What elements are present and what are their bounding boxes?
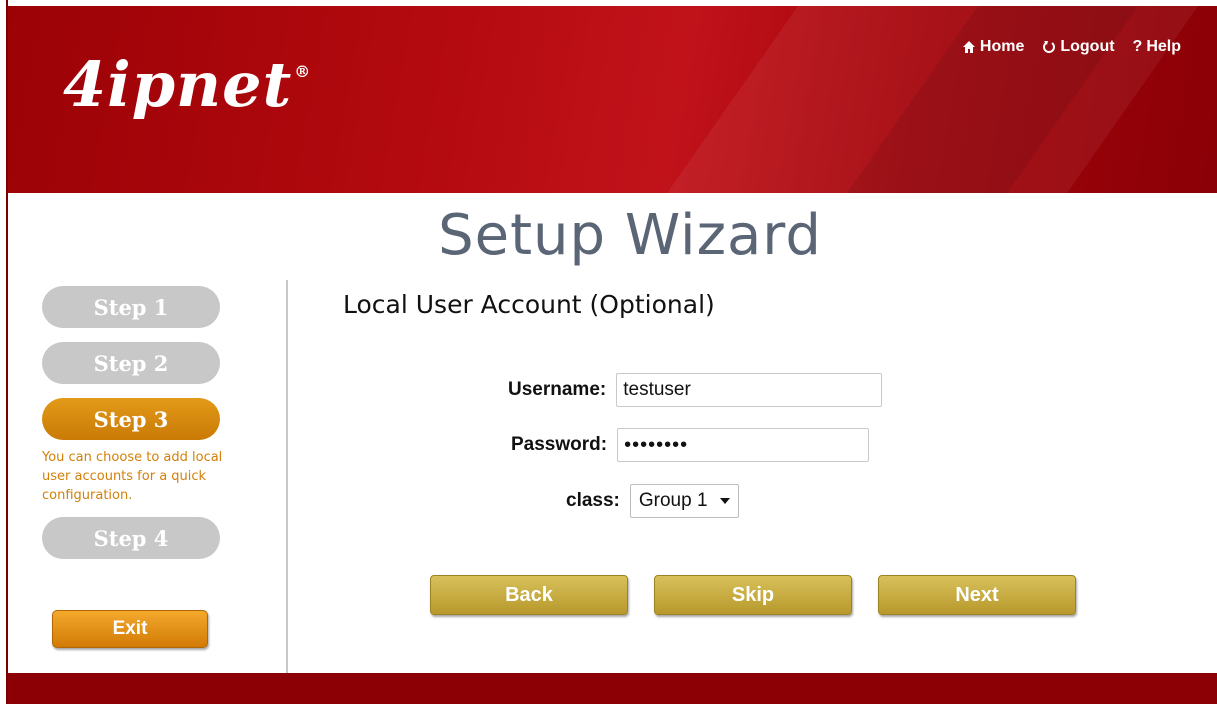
logout-label: Logout (1060, 38, 1115, 55)
window-left-edge (6, 0, 8, 704)
step-2-button[interactable]: Step 2 (42, 342, 220, 384)
step-description: You can choose to add local user account… (42, 450, 223, 503)
home-label: Home (979, 38, 1025, 55)
step-4-button[interactable]: Step 4 (42, 517, 220, 559)
sidebar-divider (286, 280, 288, 674)
top-navigation: Home Logout ? Help (962, 38, 1181, 56)
help-label: Help (1146, 38, 1181, 55)
exit-button[interactable]: Exit (52, 610, 208, 648)
username-input[interactable]: testuser (616, 373, 883, 407)
header-banner: 4ipnet ® Home Logout ? Help (8, 6, 1217, 193)
wizard-steps: Step 1 Step 2 Step 3 You can choose to a… (42, 286, 252, 573)
registered-mark: ® (294, 62, 312, 81)
step-3-button[interactable]: Step 3 (42, 398, 220, 440)
password-row: Password: •••••••• (511, 428, 870, 462)
step-1-button[interactable]: Step 1 (42, 286, 220, 328)
help-link[interactable]: ? Help (1133, 38, 1181, 56)
password-label: Password: (511, 434, 608, 455)
logo-text: 4ipnet (63, 48, 293, 121)
class-select[interactable]: Group 1 (629, 484, 739, 518)
skip-button[interactable]: Skip (654, 575, 852, 615)
section-title: Local User Account (Optional) (343, 290, 715, 319)
home-link[interactable]: Home (962, 38, 1024, 56)
class-row: class: Group 1 (566, 484, 739, 518)
username-label: Username: (508, 379, 607, 400)
help-icon: ? (1132, 38, 1143, 55)
brand-logo: 4ipnet ® (63, 48, 312, 121)
page-title: Setup Wizard (438, 203, 822, 268)
footer-bar (8, 673, 1217, 704)
logout-link[interactable]: Logout (1042, 38, 1115, 56)
logout-icon (1043, 41, 1056, 53)
dropdown-arrow-icon (719, 498, 730, 504)
class-label: class: (566, 490, 620, 511)
class-selected-value: Group 1 (638, 490, 708, 511)
username-row: Username: testuser (508, 373, 883, 407)
password-input[interactable]: •••••••• (617, 428, 870, 462)
next-button[interactable]: Next (878, 575, 1076, 615)
back-button[interactable]: Back (430, 575, 628, 615)
home-icon (962, 41, 975, 53)
